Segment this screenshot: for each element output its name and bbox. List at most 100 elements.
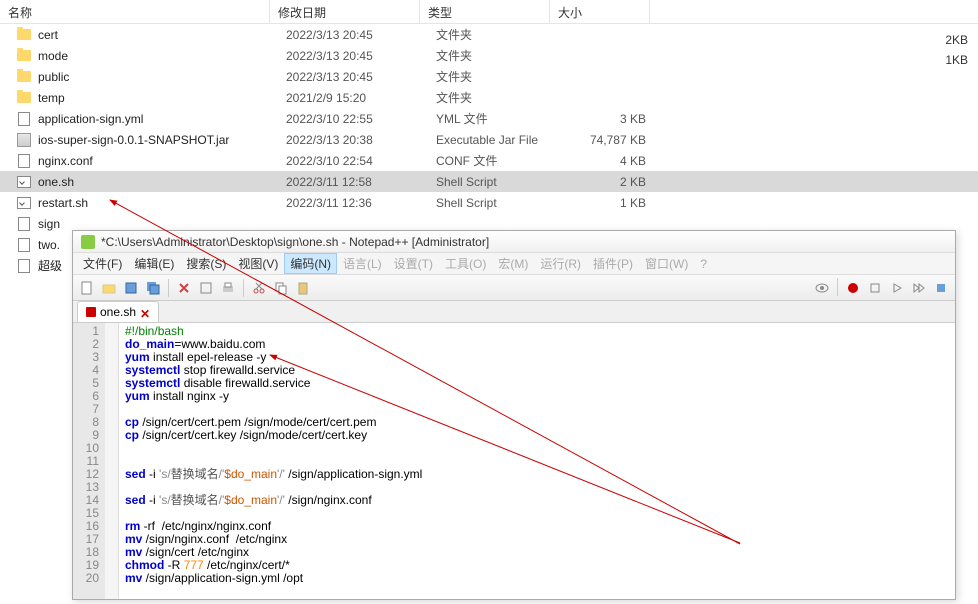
toolbar-separator: [168, 279, 169, 297]
cell-type: 文件夹: [436, 26, 566, 43]
toolbar: [73, 275, 955, 301]
new-file-icon[interactable]: [77, 278, 97, 298]
cell-name: application-sign.yml: [38, 112, 286, 126]
sh-icon: [16, 174, 32, 190]
cell-date: 2022/3/11 12:36: [286, 196, 436, 210]
folder-icon: [16, 90, 32, 106]
menu-item[interactable]: 设置(T): [388, 253, 439, 274]
menu-item[interactable]: 窗口(W): [639, 253, 694, 274]
cell-date: 2022/3/13 20:45: [286, 49, 436, 63]
cell-name: temp: [38, 91, 286, 105]
tab-label: one.sh: [100, 305, 136, 319]
table-row[interactable]: public2022/3/13 20:45文件夹: [0, 66, 978, 87]
cut-icon[interactable]: [249, 278, 269, 298]
table-row[interactable]: restart.sh2022/3/11 12:36Shell Script1 K…: [0, 192, 978, 213]
menu-item[interactable]: 搜索(S): [180, 253, 232, 274]
cell-type: Shell Script: [436, 175, 566, 189]
close-icon[interactable]: [174, 278, 194, 298]
window-titlebar[interactable]: *C:\Users\Administrator\Desktop\sign\one…: [73, 231, 955, 253]
right-size-1: 2KB: [945, 30, 968, 50]
menu-item[interactable]: 语言(L): [337, 253, 388, 274]
cell-type: 文件夹: [436, 68, 566, 85]
cell-date: 2022/3/10 22:55: [286, 112, 436, 126]
fold-margin: [105, 323, 119, 599]
save-macro-icon[interactable]: [931, 278, 951, 298]
right-size-2: 1KB: [945, 50, 968, 70]
cell-name: cert: [38, 28, 286, 42]
cell-name: mode: [38, 49, 286, 63]
folder-icon: [16, 27, 32, 43]
cell-date: 2022/3/13 20:38: [286, 133, 436, 147]
cell-type: CONF 文件: [436, 152, 566, 169]
eye-icon[interactable]: [812, 278, 832, 298]
cell-size: 2 KB: [566, 175, 666, 189]
print-icon[interactable]: [218, 278, 238, 298]
table-row[interactable]: mode2022/3/13 20:45文件夹: [0, 45, 978, 66]
cell-name: one.sh: [38, 175, 286, 189]
cell-date: 2022/3/13 20:45: [286, 28, 436, 42]
doc-icon: [16, 216, 32, 232]
stop-icon[interactable]: [865, 278, 885, 298]
cell-name: restart.sh: [38, 196, 286, 210]
save-icon[interactable]: [121, 278, 141, 298]
col-header-type[interactable]: 类型: [420, 0, 550, 23]
line-numbers: 1234567891011121314151617181920: [73, 323, 105, 599]
cell-type: YML 文件: [436, 110, 566, 127]
cell-size: 74,787 KB: [566, 133, 666, 147]
menu-item[interactable]: 编辑(E): [128, 253, 180, 274]
cell-name: nginx.conf: [38, 154, 286, 168]
cell-size: 3 KB: [566, 112, 666, 126]
cell-type: 文件夹: [436, 89, 566, 106]
window-title: *C:\Users\Administrator\Desktop\sign\one…: [101, 235, 489, 249]
modified-indicator-icon: [86, 307, 96, 317]
cell-name: public: [38, 70, 286, 84]
table-row[interactable]: nginx.conf2022/3/10 22:54CONF 文件4 KB: [0, 150, 978, 171]
play-icon[interactable]: [887, 278, 907, 298]
cell-date: 2022/3/13 20:45: [286, 70, 436, 84]
tab-one-sh[interactable]: one.sh ✕: [77, 301, 159, 322]
doc-icon: [16, 153, 32, 169]
doc-icon: [16, 237, 32, 253]
table-row[interactable]: application-sign.yml2022/3/10 22:55YML 文…: [0, 108, 978, 129]
menu-item[interactable]: 插件(P): [587, 253, 639, 274]
table-row[interactable]: temp2021/2/9 15:20文件夹: [0, 87, 978, 108]
notepad-app-icon: [81, 235, 95, 249]
table-row[interactable]: ios-super-sign-0.0.1-SNAPSHOT.jar2022/3/…: [0, 129, 978, 150]
editor[interactable]: 1234567891011121314151617181920 #!/bin/b…: [73, 323, 955, 599]
save-all-icon[interactable]: [143, 278, 163, 298]
close-all-icon[interactable]: [196, 278, 216, 298]
open-file-icon[interactable]: [99, 278, 119, 298]
table-row[interactable]: cert2022/3/13 20:45文件夹: [0, 24, 978, 45]
cell-size: 4 KB: [566, 154, 666, 168]
menu-item[interactable]: 编码(N): [284, 253, 337, 274]
cell-type: 文件夹: [436, 47, 566, 64]
right-pane-sizes: 2KB 1KB: [945, 30, 968, 70]
notepad-window: *C:\Users\Administrator\Desktop\sign\one…: [72, 230, 956, 600]
sh-icon: [16, 195, 32, 211]
cell-name: sign: [38, 217, 286, 231]
cell-date: 2022/3/11 12:58: [286, 175, 436, 189]
menu-item[interactable]: 视图(V): [232, 253, 284, 274]
folder-icon: [16, 48, 32, 64]
doc-icon: [16, 111, 32, 127]
toolbar-separator: [837, 278, 838, 296]
copy-icon[interactable]: [271, 278, 291, 298]
menu-item[interactable]: 文件(F): [77, 253, 128, 274]
record-icon[interactable]: [843, 278, 863, 298]
menu-bar: 文件(F)编辑(E)搜索(S)视图(V)编码(N)语言(L)设置(T)工具(O)…: [73, 253, 955, 275]
tab-close-icon[interactable]: ✕: [140, 307, 150, 317]
menu-item[interactable]: 宏(M): [492, 253, 534, 274]
col-header-size[interactable]: 大小: [550, 0, 650, 23]
folder-icon: [16, 69, 32, 85]
menu-item[interactable]: 工具(O): [439, 253, 492, 274]
col-header-date[interactable]: 修改日期: [270, 0, 420, 23]
paste-icon[interactable]: [293, 278, 313, 298]
cell-date: 2022/3/10 22:54: [286, 154, 436, 168]
menu-item[interactable]: 运行(R): [534, 253, 587, 274]
cell-name: ios-super-sign-0.0.1-SNAPSHOT.jar: [38, 133, 286, 147]
col-header-name[interactable]: 名称: [0, 0, 270, 23]
code-area[interactable]: #!/bin/bashdo_main=www.baidu.comyum inst…: [119, 323, 955, 599]
fast-forward-icon[interactable]: [909, 278, 929, 298]
menu-item[interactable]: ?: [694, 255, 713, 273]
table-row[interactable]: one.sh2022/3/11 12:58Shell Script2 KB: [0, 171, 978, 192]
